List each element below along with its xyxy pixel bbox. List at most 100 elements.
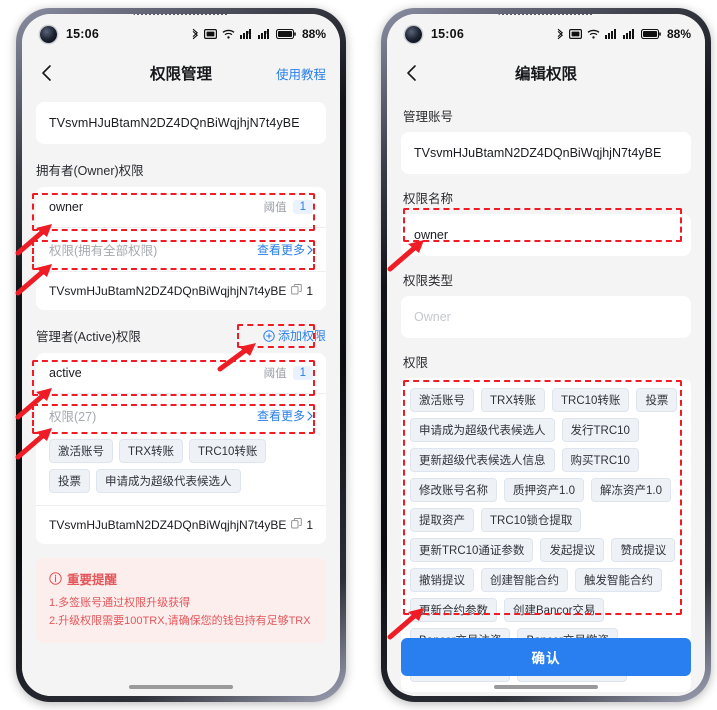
confirm-button[interactable]: 确认: [401, 638, 691, 676]
bluetooth-icon: [556, 28, 564, 40]
chevron-left-icon[interactable]: [36, 62, 58, 84]
permission-tag[interactable]: 更新超级代表候选人信息: [410, 448, 555, 472]
active-key-address-text: TVsvmHJuBtamN2DZ4DQnBiWqjhjN7t4yBE: [49, 518, 287, 532]
permission-tag[interactable]: TRX转账: [119, 439, 183, 463]
permission-tag[interactable]: 质押资产1.0: [504, 478, 584, 502]
permission-tag[interactable]: 投票: [636, 388, 678, 412]
status-icons: 88%: [556, 27, 691, 41]
permission-type-label: 权限类型: [403, 274, 454, 288]
active-section-title-label: 管理者(Active)权限: [36, 330, 141, 344]
account-address-card[interactable]: TVsvmHJuBtamN2DZ4DQnBiWqjhjN7t4yBE: [36, 102, 326, 144]
owner-key-address-text: TVsvmHJuBtamN2DZ4DQnBiWqjhjN7t4yBE: [49, 284, 287, 298]
active-key-address: TVsvmHJuBtamN2DZ4DQnBiWqjhjN7t4yBE: [49, 518, 303, 532]
warning-title: 重要提醒: [67, 573, 118, 587]
signal-icon: 1: [239, 29, 253, 39]
owner-name-row[interactable]: owner 阈值 1: [36, 187, 326, 228]
permission-tag[interactable]: 赞成提议: [611, 538, 676, 562]
owner-view-more-label: 查看更多: [256, 243, 305, 257]
owner-threshold-value: 1: [292, 200, 313, 214]
info-circle-icon: [49, 572, 62, 585]
active-permission-card: active 阈值 1 权限(27) 查看更多 激活账号 TRX转账 TRC10转账…: [36, 353, 326, 544]
front-camera-icon: [40, 26, 57, 43]
chevron-right-icon: [307, 410, 313, 421]
page-title: 编辑权限: [514, 66, 577, 83]
status-clock: 15:06: [66, 27, 99, 41]
active-view-more-label: 查看更多: [256, 409, 305, 423]
permission-tag[interactable]: 解冻资产1.0: [591, 478, 671, 502]
battery-icon: [640, 29, 661, 39]
warning-line: 2.升级权限需要100TRX,请确保您的钱包持有足够TRX: [49, 615, 311, 628]
nfc-icon: [203, 29, 217, 39]
battery-icon: [275, 29, 296, 39]
permission-tag[interactable]: 修改账号名称: [410, 478, 497, 502]
permission-tag[interactable]: 发行TRC10: [561, 418, 639, 442]
active-permission-row[interactable]: 权限(27) 查看更多: [36, 394, 326, 437]
owner-threshold-label: 阈值: [263, 202, 287, 214]
permission-tag[interactable]: TRC10转账: [552, 388, 630, 412]
permission-tag[interactable]: 投票: [49, 469, 90, 493]
permission-tag[interactable]: 激活账号: [410, 388, 474, 412]
signal-icon: 2: [257, 29, 271, 39]
account-field-label: 管理账号: [403, 110, 454, 124]
active-name-row[interactable]: active 阈值 1: [36, 353, 326, 394]
permission-tag[interactable]: 更新TRC10通证参数: [410, 538, 534, 562]
phone-right-screen: 15:06 88% 编辑权限 管理账号 TVsvmHJuBtamN2DZ4DQn…: [387, 14, 705, 696]
battery-percent: 88%: [301, 27, 326, 41]
permission-name-input[interactable]: owner: [401, 214, 691, 256]
permission-tag[interactable]: 触发智能合约: [575, 568, 662, 592]
warning-box: 重要提醒 1.多签账号通过权限升级获得 2.升级权限需要100TRX,请确保您的…: [36, 558, 326, 644]
permission-tag[interactable]: 创建Bancor交易: [504, 598, 605, 622]
home-indicator: [129, 685, 233, 689]
permission-tag[interactable]: TRC10锁仓提取: [481, 508, 582, 532]
wifi-icon: [587, 29, 600, 39]
page-body-left: TVsvmHJuBtamN2DZ4DQnBiWqjhjN7t4yBE 拥有者(O…: [22, 92, 340, 696]
status-clock: 15:06: [431, 27, 464, 41]
signal-icon: [622, 29, 636, 39]
active-view-more-link[interactable]: 查看更多: [257, 407, 313, 424]
warning-header: 重要提醒: [49, 569, 313, 588]
copy-icon[interactable]: [291, 284, 303, 298]
account-field[interactable]: TVsvmHJuBtamN2DZ4DQnBiWqjhjN7t4yBE: [401, 132, 691, 174]
permission-tag[interactable]: 创建智能合约: [481, 568, 568, 592]
active-threshold-value: 1: [292, 366, 313, 380]
add-permission-label: 添加权限: [277, 329, 326, 343]
owner-permission-row[interactable]: 权限(拥有全部权限) 查看更多: [36, 228, 326, 272]
permission-tag[interactable]: 申请成为超级代表候选人: [410, 418, 555, 442]
active-permission-label: 权限(27): [49, 410, 97, 424]
chevron-left-icon[interactable]: [401, 62, 423, 84]
owner-permission-card: owner 阈值 1 权限(拥有全部权限) 查看更多 TVsvmHJuBtamN…: [36, 187, 326, 310]
owner-view-more-link[interactable]: 查看更多: [257, 241, 313, 258]
active-threshold-label: 阈值: [263, 368, 287, 380]
permissions-label: 权限: [403, 356, 429, 370]
permission-tag[interactable]: 发起提议: [540, 538, 605, 562]
permission-tag[interactable]: 撤销提议: [410, 568, 474, 592]
tutorial-link[interactable]: 使用教程: [276, 64, 326, 83]
wifi-icon: [222, 29, 235, 39]
page-body-right: 管理账号 TVsvmHJuBtamN2DZ4DQnBiWqjhjN7t4yBE …: [387, 92, 705, 696]
permission-tag[interactable]: 激活账号: [49, 439, 113, 463]
earpiece-grille-icon: [133, 14, 229, 15]
home-indicator: [494, 685, 598, 689]
owner-key-row[interactable]: TVsvmHJuBtamN2DZ4DQnBiWqjhjN7t4yBE 1: [36, 272, 326, 310]
copy-icon[interactable]: [291, 518, 303, 532]
status-bar-right: 15:06 88%: [387, 14, 705, 54]
earpiece-grille-icon: [498, 14, 594, 15]
status-bar-left: 15:06 1 2 88%: [22, 14, 340, 54]
permission-tag[interactable]: TRC10转账: [189, 439, 267, 463]
permission-type-input[interactable]: Owner: [401, 296, 691, 338]
owner-permission-label: 权限(拥有全部权限): [49, 244, 158, 258]
owner-name: owner: [49, 200, 84, 214]
active-key-row[interactable]: TVsvmHJuBtamN2DZ4DQnBiWqjhjN7t4yBE 1: [36, 505, 326, 544]
permission-tag[interactable]: TRX转账: [481, 388, 545, 412]
active-name: active: [49, 366, 82, 380]
permission-tag[interactable]: 更新合约参数: [410, 598, 497, 622]
bluetooth-icon: [191, 28, 199, 40]
permission-tag[interactable]: 购买TRC10: [561, 448, 639, 472]
add-permission-button[interactable]: 添加权限: [263, 327, 326, 344]
active-permission-tags: 激活账号 TRX转账 TRC10转账投票 申请成为超级代表候选人: [36, 437, 326, 505]
permission-tag[interactable]: 提取资产: [410, 508, 474, 532]
active-section-title: 管理者(Active)权限 添加权限: [36, 326, 326, 345]
warning-line: 1.多签账号通过权限升级获得: [49, 597, 191, 609]
permission-tag[interactable]: 申请成为超级代表候选人: [96, 469, 241, 493]
permission-name-label: 权限名称: [403, 192, 454, 206]
